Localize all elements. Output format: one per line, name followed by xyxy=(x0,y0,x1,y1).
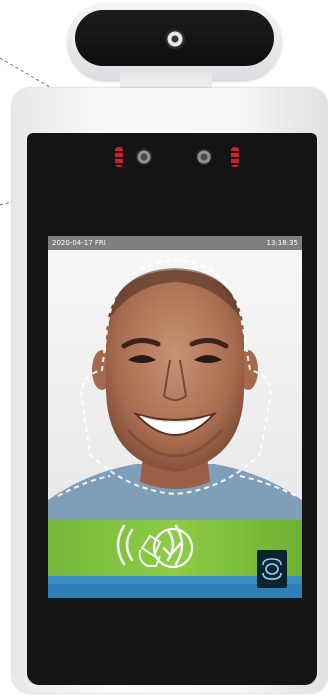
ir-led-right-icon xyxy=(231,147,239,167)
status-date: 2020-04-17 FRI xyxy=(52,239,106,247)
camera-sensor-left-icon xyxy=(136,149,152,165)
ir-led-left-icon xyxy=(115,147,123,167)
info-band xyxy=(48,550,302,598)
camera-sensor-right-icon xyxy=(196,149,212,165)
face-scan-icon xyxy=(262,558,282,580)
device-front-panel: 2020-04-17 FRI 13:18:35 xyxy=(27,133,317,685)
face-scan-button[interactable] xyxy=(257,550,287,588)
nfc-card-icon[interactable] xyxy=(110,518,190,572)
camera-lens-icon xyxy=(165,29,185,49)
face-recognition-terminal: 2020-04-17 FRI 13:18:35 xyxy=(12,88,328,693)
face-capture-image xyxy=(48,250,302,520)
status-bar: 2020-04-17 FRI 13:18:35 xyxy=(48,236,302,250)
status-time: 13:18:35 xyxy=(266,239,298,247)
camera-face xyxy=(75,10,274,66)
camera-module xyxy=(68,4,281,80)
